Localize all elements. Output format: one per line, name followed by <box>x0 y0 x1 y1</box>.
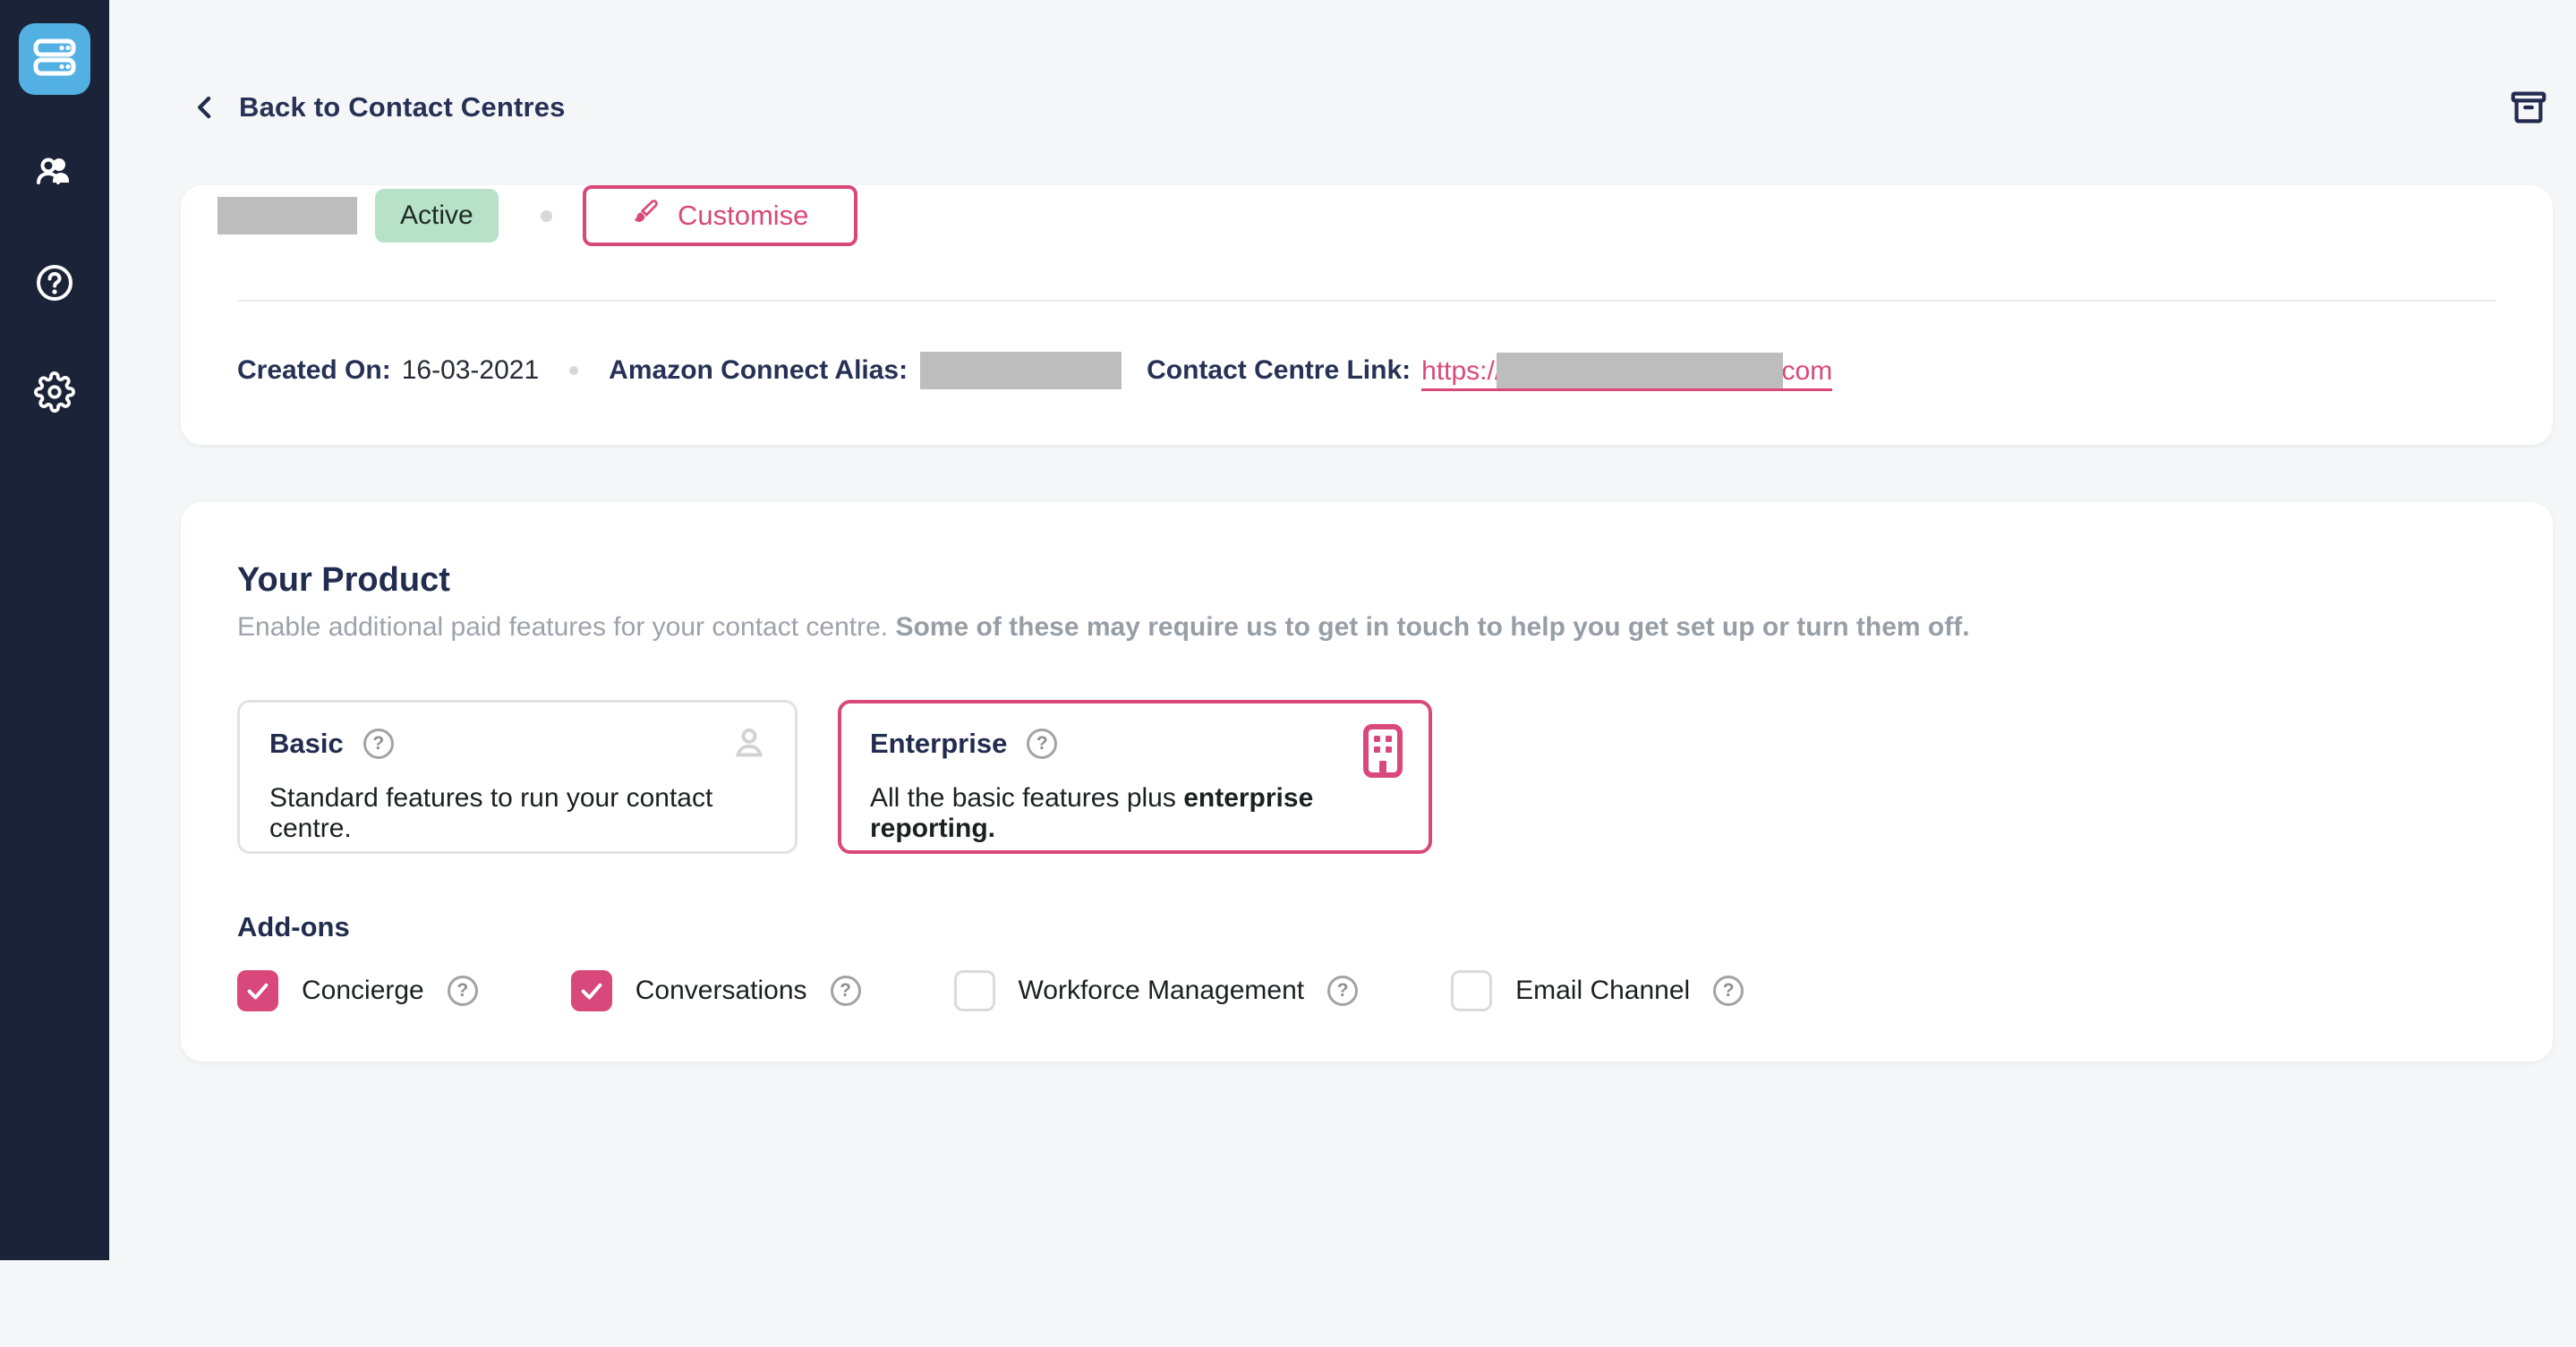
help-circle-icon[interactable]: ? <box>448 976 478 1006</box>
help-icon <box>35 263 74 307</box>
plan-name: Enterprise <box>870 728 1007 760</box>
person-icon <box>729 722 770 768</box>
sidebar-item-users[interactable] <box>0 150 109 198</box>
created-on-value: 16-03-2021 <box>402 355 539 386</box>
help-circle-icon[interactable]: ? <box>363 729 394 759</box>
back-link[interactable]: Back to Contact Centres <box>239 91 566 124</box>
addon-label: Concierge <box>302 976 424 1006</box>
connect-alias-label: Amazon Connect Alias: <box>609 355 908 386</box>
product-section-title: Your Product <box>237 502 2496 600</box>
plan-name: Basic <box>269 728 344 760</box>
link-prefix: https:// <box>1421 356 1502 387</box>
addon-workforce-management: Workforce Management ? <box>954 970 1359 1011</box>
plan-card-basic[interactable]: Basic ? Standard features to run your co… <box>237 700 798 854</box>
plan-description: All the basic features plus enterprise r… <box>870 783 1400 844</box>
main-content: Back to Contact Centres Active Cu <box>109 87 2576 1061</box>
addon-label: Workforce Management <box>1019 976 1305 1006</box>
concierge-checkbox[interactable] <box>237 970 278 1011</box>
plan-description-normal: All the basic features plus <box>870 783 1183 813</box>
addon-concierge: Concierge ? <box>237 970 478 1011</box>
connect-alias-redacted <box>920 352 1122 389</box>
sidebar-item-help[interactable] <box>0 263 109 307</box>
workforce-management-checkbox[interactable] <box>954 970 995 1011</box>
plan-description: Standard features to run your contact ce… <box>269 783 765 844</box>
your-product-card: Your Product Enable additional paid feat… <box>181 502 2553 1061</box>
plan-card-enterprise[interactable]: Enterprise ? All the basic features plus… <box>838 700 1432 854</box>
addon-label: Email Channel <box>1515 976 1690 1006</box>
contact-centre-link[interactable]: https:// .com <box>1421 351 1832 391</box>
created-on-label: Created On: <box>237 355 391 386</box>
addon-email-channel: Email Channel ? <box>1451 970 1744 1011</box>
status-badge: Active <box>375 189 499 243</box>
product-section-subtitle: Enable additional paid features for your… <box>237 612 2496 643</box>
addons-row: Concierge ? Conversations ? Workforce Ma… <box>237 970 2496 1011</box>
subtitle-bold: Some of these may require us to get in t… <box>895 612 1969 642</box>
sidebar <box>0 0 109 1260</box>
subtitle-normal: Enable additional paid features for your… <box>237 612 895 642</box>
centre-meta-row: Created On: 16-03-2021 Amazon Connect Al… <box>237 352 2496 389</box>
back-chevron-icon[interactable] <box>187 90 223 125</box>
help-circle-icon[interactable]: ? <box>1327 976 1358 1006</box>
separator-dot <box>569 366 578 375</box>
conversations-checkbox[interactable] <box>571 970 612 1011</box>
building-icon <box>1362 723 1403 783</box>
paintbrush-icon <box>631 198 660 234</box>
page-header: Back to Contact Centres <box>181 87 2553 128</box>
email-channel-checkbox[interactable] <box>1451 970 1492 1011</box>
plan-title-row: Basic ? <box>269 728 765 760</box>
link-redacted <box>1497 353 1783 388</box>
server-logo-icon <box>31 34 78 85</box>
contact-centre-card: Active Customise Created On: 16-03-2021 … <box>181 185 2553 445</box>
help-circle-icon[interactable]: ? <box>1713 976 1744 1006</box>
addons-title: Add-ons <box>237 911 2496 943</box>
archive-icon[interactable] <box>2508 87 2549 128</box>
separator-dot <box>541 210 552 222</box>
addon-label: Conversations <box>635 976 807 1006</box>
help-circle-icon[interactable]: ? <box>1027 729 1057 759</box>
card-divider <box>237 300 2496 302</box>
centre-name-redacted <box>218 197 357 234</box>
plans-row: Basic ? Standard features to run your co… <box>237 700 2496 854</box>
addon-conversations: Conversations ? <box>571 970 861 1011</box>
centre-top-row: Active Customise <box>237 185 2496 246</box>
customise-button[interactable]: Customise <box>583 185 857 246</box>
users-icon <box>33 150 76 198</box>
settings-icon <box>34 371 75 417</box>
sidebar-item-settings[interactable] <box>0 371 109 417</box>
plan-title-row: Enterprise ? <box>870 728 1400 760</box>
customise-button-label: Customise <box>678 200 808 232</box>
help-circle-icon[interactable]: ? <box>831 976 861 1006</box>
app-logo[interactable] <box>19 23 90 95</box>
centre-link-label: Contact Centre Link: <box>1147 355 1411 386</box>
